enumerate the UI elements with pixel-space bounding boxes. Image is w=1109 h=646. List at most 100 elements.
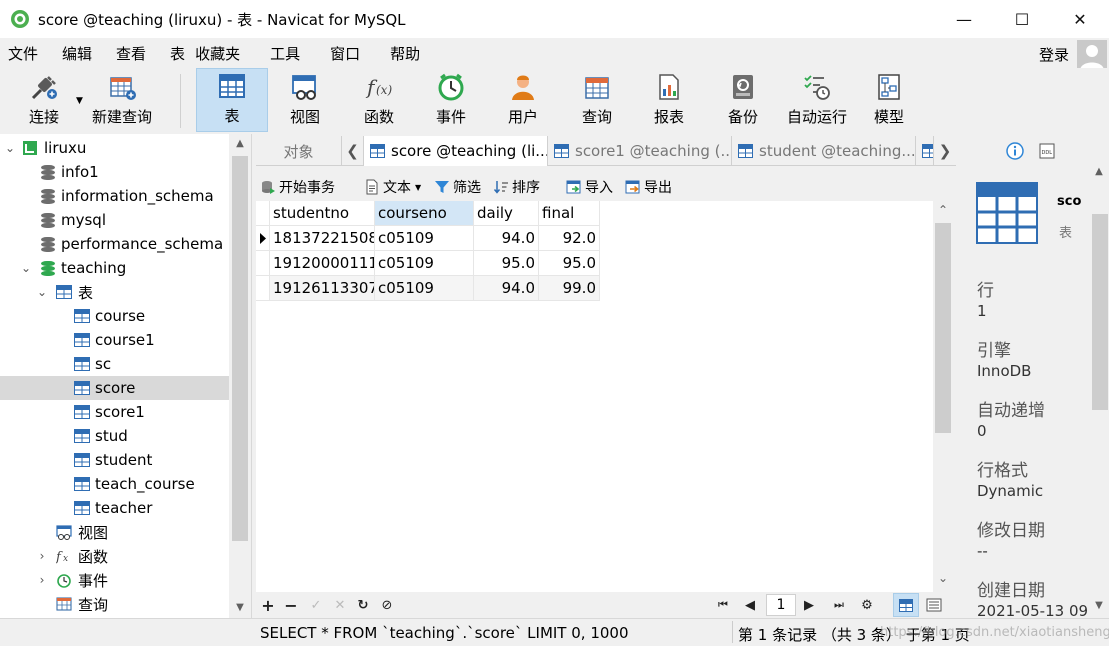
menu-edit[interactable]: 编辑 (54, 43, 100, 64)
import-button[interactable]: 导入 (566, 176, 613, 198)
delete-record-icon[interactable]: − (281, 595, 301, 615)
table-button[interactable]: 表 (196, 68, 268, 132)
grid-view-button[interactable] (893, 593, 919, 617)
tab-score1[interactable]: score1 @teaching (... (548, 136, 732, 166)
ddl-icon[interactable]: DDL (1038, 142, 1056, 160)
column-header-courseno[interactable]: courseno (375, 201, 474, 226)
refresh-icon[interactable]: ↻ (353, 595, 373, 615)
tree-folder-events[interactable]: › 事件 (0, 568, 230, 592)
tree-table-score1[interactable]: score1 (0, 400, 230, 424)
filter-button[interactable]: 筛选 (434, 176, 481, 198)
tab-scroll-left-icon[interactable]: ❮ (342, 136, 364, 166)
table-cell[interactable]: 18137221508 (270, 226, 375, 251)
sort-button[interactable]: 排序 (493, 176, 540, 198)
add-record-icon[interactable]: + (258, 595, 278, 615)
page-number-input[interactable]: 1 (766, 594, 796, 616)
tree-connection[interactable]: ⌄ liruxu (0, 136, 230, 160)
last-page-icon[interactable]: ⏭ (829, 595, 849, 615)
tree-table-student[interactable]: student (0, 448, 230, 472)
menu-favorites[interactable]: 收藏夹 (187, 43, 248, 64)
scroll-thumb[interactable] (232, 156, 248, 541)
login-link[interactable]: 登录 (1039, 44, 1069, 65)
row-indicator[interactable] (256, 276, 270, 301)
table-cell[interactable]: 95.0 (539, 251, 600, 276)
table-cell[interactable]: 94.0 (474, 226, 539, 251)
scroll-up-icon[interactable]: ▲ (229, 134, 251, 154)
next-page-icon[interactable]: ▶ (799, 595, 819, 615)
tree-folder-views[interactable]: 视图 (0, 520, 230, 544)
table-cell[interactable]: 95.0 (474, 251, 539, 276)
table-cell[interactable]: 19120000111 (270, 251, 375, 276)
column-header-studentno[interactable]: studentno (270, 201, 375, 226)
grid-scrollbar[interactable]: ⌃ ⌄ (933, 201, 953, 592)
tree-db-teaching[interactable]: ⌄ teaching (0, 256, 230, 280)
report-button[interactable]: 报表 (646, 68, 692, 132)
view-button[interactable]: 视图 (282, 68, 328, 132)
form-view-button[interactable] (921, 593, 947, 617)
tree-db-mysql[interactable]: mysql (0, 208, 230, 232)
tree-db-info1[interactable]: info1 (0, 160, 230, 184)
tab-overflow[interactable] (916, 136, 934, 166)
scroll-thumb[interactable] (1092, 214, 1108, 410)
event-button[interactable]: 事件 (428, 68, 474, 132)
function-button[interactable]: f (x) 函数 (356, 68, 402, 132)
menu-window[interactable]: 窗口 (322, 43, 368, 64)
table-cell[interactable]: 94.0 (474, 276, 539, 301)
tree-scrollbar[interactable]: ▲ ▼ (229, 134, 251, 618)
menu-tools[interactable]: 工具 (262, 43, 308, 64)
column-header-daily[interactable]: daily (474, 201, 539, 226)
export-button[interactable]: 导出 (625, 176, 672, 198)
text-button[interactable]: 文本 ▼ (364, 176, 421, 198)
scroll-down-icon[interactable]: ▼ (1089, 600, 1109, 618)
new-query-button[interactable]: 新建查询 (90, 68, 154, 132)
tab-objects[interactable]: 对象 (256, 136, 342, 166)
tab-scroll-right-icon[interactable]: ❯ (934, 136, 956, 166)
tree-table-score[interactable]: score (0, 376, 230, 400)
scroll-thumb[interactable] (935, 223, 951, 433)
apply-changes-icon[interactable]: ✓ (306, 595, 326, 615)
tree-table-teacher[interactable]: teacher (0, 496, 230, 520)
tree-db-information-schema[interactable]: information_schema (0, 184, 230, 208)
connect-dropdown-arrow-icon[interactable]: ▼ (76, 96, 83, 106)
expand-arrow-icon[interactable]: › (36, 549, 48, 563)
discard-changes-icon[interactable]: ✕ (330, 595, 350, 615)
close-button[interactable]: ✕ (1051, 0, 1109, 38)
settings-gear-icon[interactable]: ⚙ (857, 595, 877, 615)
tree-table-sc[interactable]: sc (0, 352, 230, 376)
tab-score[interactable]: score @teaching (li... (364, 136, 548, 166)
tree-db-performance-schema[interactable]: performance_schema (0, 232, 230, 256)
info-panel-scrollbar[interactable]: ▲ ▼ (1089, 164, 1109, 618)
scroll-up-icon[interactable]: ▲ (1089, 166, 1109, 184)
tree-table-stud[interactable]: stud (0, 424, 230, 448)
scroll-down-icon[interactable]: ▼ (229, 598, 251, 618)
avatar[interactable] (1077, 40, 1107, 70)
table-cell[interactable]: 92.0 (539, 226, 600, 251)
menu-help[interactable]: 帮助 (382, 43, 428, 64)
tree-folder-functions[interactable]: › fx 函数 (0, 544, 230, 568)
scroll-down-icon[interactable]: ⌄ (933, 571, 953, 585)
text-dropdown-arrow-icon[interactable]: ▼ (415, 183, 421, 192)
automation-button[interactable]: 自动运行 (784, 68, 850, 132)
table-cell[interactable]: c05109 (375, 251, 474, 276)
tab-student[interactable]: student @teaching... (732, 136, 916, 166)
tree-table-course1[interactable]: course1 (0, 328, 230, 352)
table-cell[interactable]: 99.0 (539, 276, 600, 301)
column-header-final[interactable]: final (539, 201, 600, 226)
tree-table-teach-course[interactable]: teach_course (0, 472, 230, 496)
first-page-icon[interactable]: ⏮ (713, 595, 733, 615)
collapse-arrow-icon[interactable]: ⌄ (4, 141, 16, 155)
tree-folder-tables[interactable]: ⌄ 表 (0, 280, 230, 304)
stop-icon[interactable]: ⊘ (377, 595, 397, 615)
previous-page-icon[interactable]: ◀ (740, 595, 760, 615)
user-button[interactable]: 用户 (500, 68, 546, 132)
tree-folder-queries[interactable]: 查询 (0, 592, 230, 616)
collapse-arrow-icon[interactable]: ⌄ (36, 285, 48, 299)
menu-view[interactable]: 查看 (108, 43, 154, 64)
maximize-button[interactable]: ☐ (993, 0, 1051, 38)
table-cell[interactable]: 19126113307 (270, 276, 375, 301)
menu-table[interactable]: 表 (162, 43, 187, 64)
row-indicator[interactable] (256, 251, 270, 276)
menu-file[interactable]: 文件 (0, 43, 46, 64)
table-cell[interactable]: c05109 (375, 226, 474, 251)
connect-button[interactable]: 连接 (22, 68, 66, 132)
